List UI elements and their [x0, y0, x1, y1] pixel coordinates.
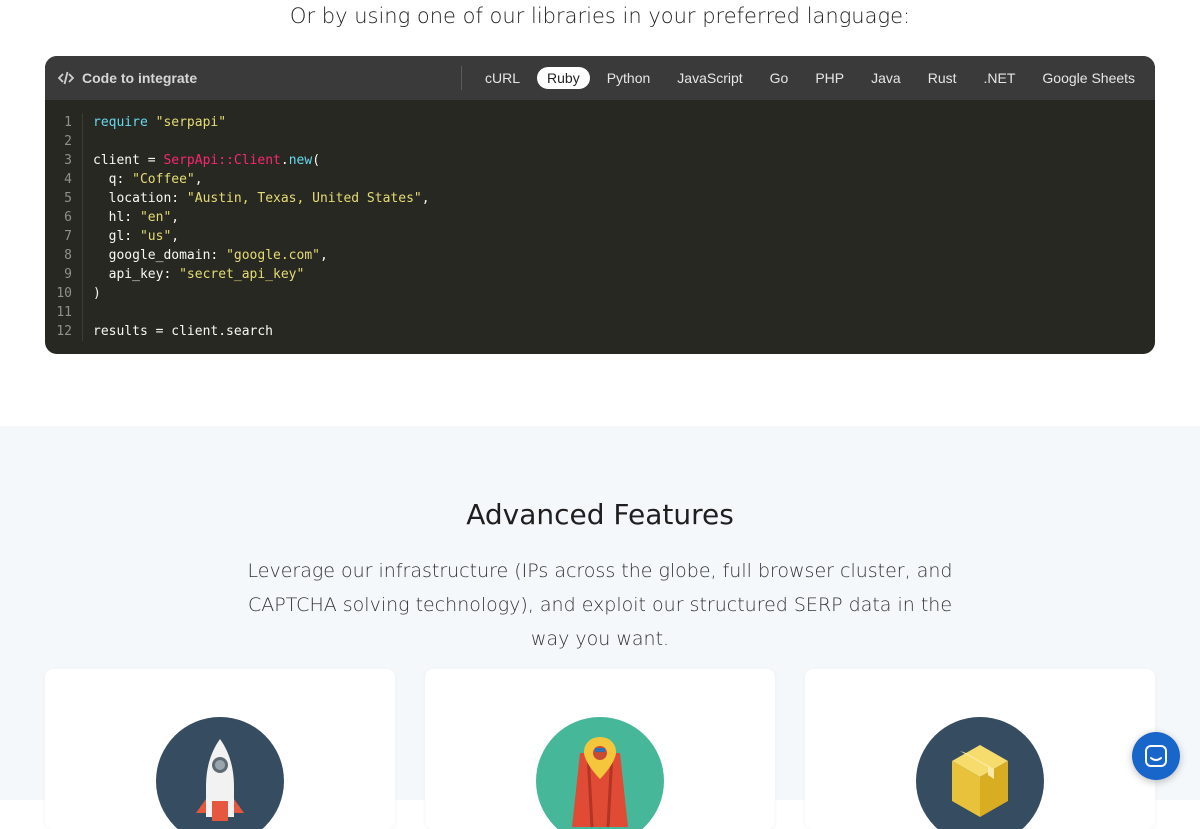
line-number-gutter: 1 2 3 4 5 6 7 8 9 10 11 12	[45, 113, 83, 341]
code-keyword: require	[93, 115, 148, 130]
code-class: Client	[233, 153, 281, 168]
code-line: )	[93, 284, 430, 303]
code-string: "Austin, Texas, United States"	[186, 191, 422, 206]
code-lines: require "serpapi" client = SerpApi::Clie…	[83, 113, 430, 341]
code-comma: ,	[319, 248, 328, 263]
advanced-features-section: Advanced Features Leverage our infrastru…	[0, 426, 1200, 829]
line-number: 12	[56, 324, 72, 339]
tab-python[interactable]: Python	[597, 67, 661, 89]
code-string: "en"	[139, 210, 172, 225]
code-comma: ,	[171, 229, 180, 244]
code-panel: Code to integrate cURL Ruby Python JavaS…	[45, 56, 1155, 354]
map-pin-icon	[536, 717, 664, 829]
line-number: 3	[64, 153, 72, 168]
code-key: api_key:	[93, 267, 180, 282]
line-number: 9	[64, 267, 72, 282]
tab-php[interactable]: PHP	[805, 67, 854, 89]
tab-java[interactable]: Java	[861, 67, 911, 89]
code-key: location:	[93, 191, 187, 206]
line-number: 6	[64, 210, 72, 225]
section-title: Advanced Features	[466, 498, 734, 531]
tab-ruby[interactable]: Ruby	[537, 67, 590, 89]
tab-rust[interactable]: Rust	[918, 67, 967, 89]
line-number: 8	[64, 248, 72, 263]
feature-card-1	[45, 669, 395, 829]
code-operator: ::	[218, 153, 234, 168]
tab-google-sheets[interactable]: Google Sheets	[1032, 67, 1145, 89]
code-line: results = client.search	[93, 322, 430, 341]
code-line: gl: "us",	[93, 227, 430, 246]
tab-go[interactable]: Go	[760, 67, 799, 89]
line-number: 2	[64, 134, 72, 149]
tab-dotnet[interactable]: .NET	[974, 67, 1026, 89]
code-string: "Coffee"	[132, 172, 195, 187]
code-string: "us"	[139, 229, 172, 244]
code-icon	[58, 71, 74, 85]
feature-card-2	[425, 669, 775, 829]
chat-launcher-button[interactable]	[1132, 732, 1180, 780]
code-panel-title: Code to integrate	[45, 66, 462, 90]
code-text: )	[93, 286, 101, 301]
line-number: 7	[64, 229, 72, 244]
code-line: q: "Coffee",	[93, 170, 430, 189]
tab-javascript[interactable]: JavaScript	[667, 67, 752, 89]
code-line: api_key: "secret_api_key"	[93, 265, 430, 284]
code-body: 1 2 3 4 5 6 7 8 9 10 11 12 require "serp…	[45, 100, 1155, 341]
chat-icon	[1145, 745, 1167, 767]
language-tabs: cURL Ruby Python JavaScript Go PHP Java …	[475, 67, 1152, 89]
line-number: 10	[56, 286, 72, 301]
line-number: 4	[64, 172, 72, 187]
code-string: "google.com"	[226, 248, 320, 263]
intro-text: Or by using one of our libraries in your…	[289, 4, 911, 28]
code-comma: ,	[171, 210, 180, 225]
code-key: hl:	[93, 210, 140, 225]
code-operator: (	[312, 153, 321, 168]
code-line: location: "Austin, Texas, United States"…	[93, 189, 430, 208]
code-string: "secret_api_key"	[179, 267, 305, 282]
code-line: hl: "en",	[93, 208, 430, 227]
code-panel-header: Code to integrate cURL Ruby Python JavaS…	[45, 56, 1155, 100]
line-number: 5	[64, 191, 72, 206]
line-number: 11	[56, 305, 72, 320]
section-description: Leverage our infrastructure (IPs across …	[247, 560, 953, 650]
code-comma: ,	[421, 191, 430, 206]
code-string: "serpapi"	[155, 115, 227, 130]
code-line: require "serpapi"	[93, 113, 430, 132]
code-text: client =	[93, 153, 164, 168]
code-panel-title-label: Code to integrate	[82, 70, 198, 86]
box-icon	[916, 717, 1044, 829]
code-key: q:	[93, 172, 133, 187]
code-line: client = SerpApi::Client.new(	[93, 151, 430, 170]
rocket-icon	[156, 717, 284, 829]
code-class: SerpApi	[163, 153, 219, 168]
code-line: google_domain: "google.com",	[93, 246, 430, 265]
code-text: results = client.search	[93, 324, 274, 339]
tab-curl[interactable]: cURL	[475, 67, 530, 89]
line-number: 1	[64, 115, 72, 130]
code-method: new	[288, 153, 313, 168]
code-key: google_domain:	[93, 248, 227, 263]
feature-card-3	[805, 669, 1155, 829]
code-comma: ,	[194, 172, 203, 187]
code-key: gl:	[93, 229, 140, 244]
code-operator: .	[280, 153, 289, 168]
